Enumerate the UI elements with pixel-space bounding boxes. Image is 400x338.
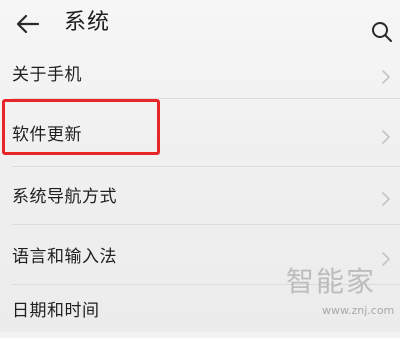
watermark-url: www.znj.com <box>322 304 395 317</box>
settings-item-label: 语言和输入法 <box>12 247 117 267</box>
chevron-right-icon <box>382 70 390 84</box>
chevron-right-icon <box>382 192 390 206</box>
divider <box>12 224 400 225</box>
settings-item-about-phone[interactable]: 关于手机 <box>0 52 400 102</box>
header-bar: 系统 <box>0 0 400 52</box>
watermark-text: 智能家 <box>286 265 377 298</box>
divider <box>12 166 400 167</box>
settings-item-label: 关于手机 <box>12 65 82 85</box>
settings-item-system-navigation[interactable]: 系统导航方式 <box>0 174 400 224</box>
search-icon <box>372 22 392 42</box>
back-button[interactable] <box>14 10 42 38</box>
settings-item-label: 日期和时间 <box>12 301 100 321</box>
search-button[interactable] <box>370 20 394 44</box>
arrow-left-icon <box>16 14 40 34</box>
highlight-annotation-box <box>2 99 160 155</box>
watermark: 智能家 www.znj.com <box>284 264 400 332</box>
chevron-right-icon <box>382 130 390 144</box>
settings-item-label: 系统导航方式 <box>12 187 117 207</box>
settings-screen: 系统 关于手机 软件更新 系统导航方式 语言和输入法 日期和时间 智能家 www… <box>0 0 400 332</box>
page-title: 系统 <box>64 10 111 35</box>
